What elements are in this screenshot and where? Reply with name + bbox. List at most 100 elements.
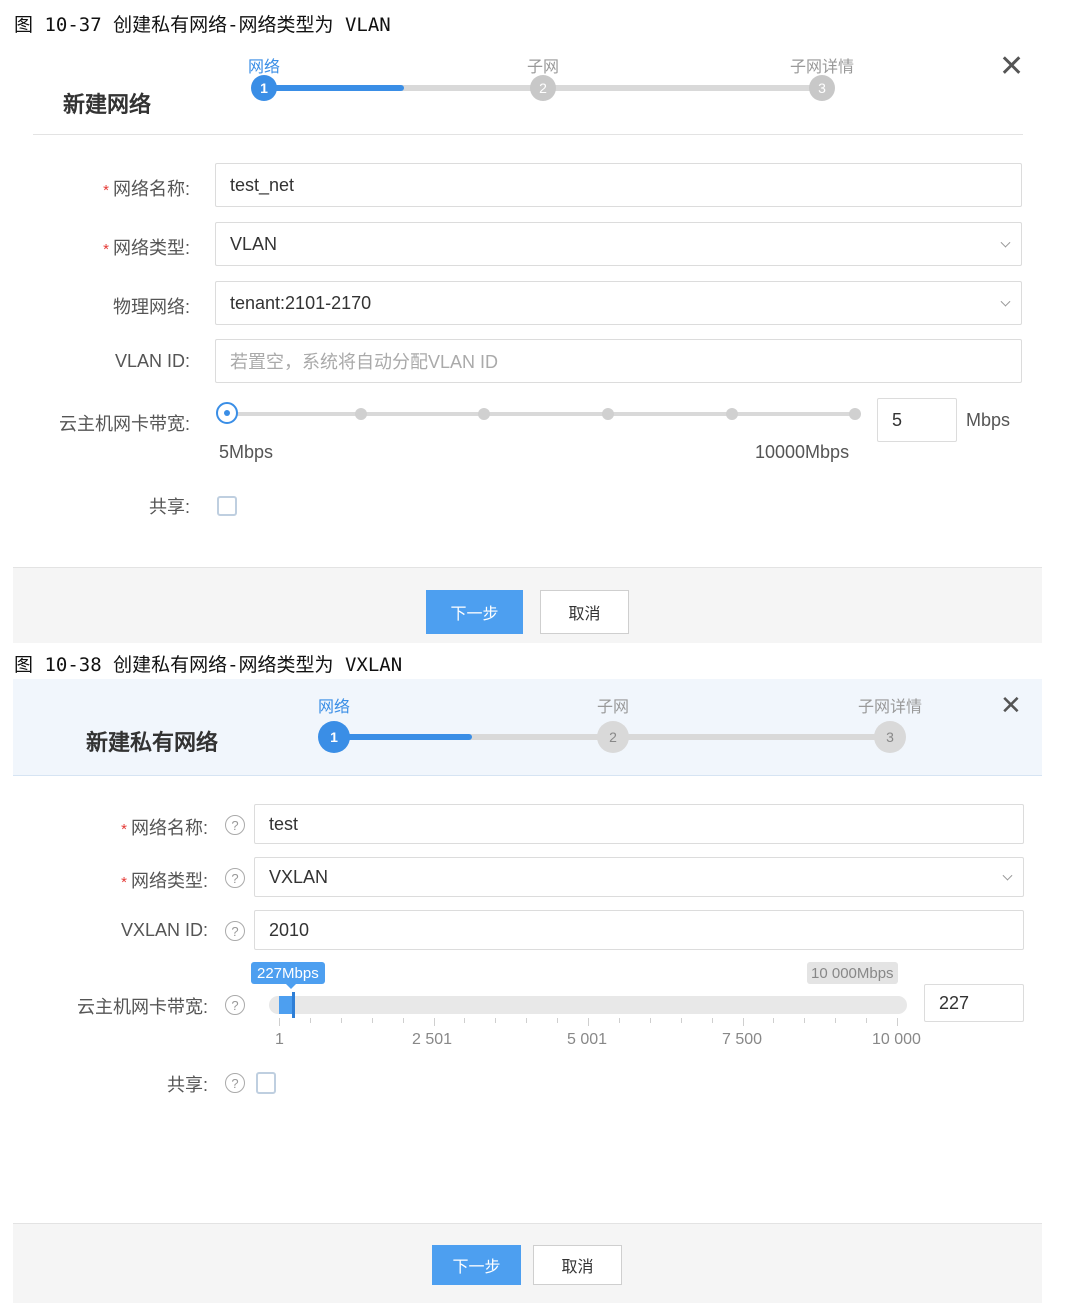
share-label: 共享:: [148, 497, 190, 517]
vlan-id-label: VLAN ID:: [114, 351, 190, 371]
slider-stop: [602, 408, 614, 420]
share-checkbox[interactable]: [256, 1072, 276, 1094]
vxlan-id-input[interactable]: 2010: [254, 910, 1024, 950]
chevron-down-icon: [1002, 870, 1013, 881]
slider-tick: [433, 1018, 435, 1026]
dialog-footer: [13, 1223, 1042, 1303]
tooltip-arrow: [286, 984, 296, 989]
slider-stop: [355, 408, 367, 420]
bandwidth-slider-track[interactable]: [229, 412, 855, 416]
bandwidth-min-label: 5Mbps: [219, 442, 274, 462]
bandwidth-max-tip: 10 000Mbps: [807, 962, 898, 984]
next-button[interactable]: 下一步: [426, 590, 523, 634]
slider-tick: [371, 1018, 373, 1023]
vlan-id-input[interactable]: 若置空，系统将自动分配VLAN ID: [215, 339, 1022, 383]
slider-tick: [588, 1018, 589, 1026]
network-name-label: * 网络名称:: [121, 818, 208, 838]
dialog-vlan: 新建网络 网络 子网 子网详情 1 2 3 ✕ * 网络名称: test_net …: [13, 40, 1042, 643]
slider-tick: [773, 1018, 775, 1023]
bandwidth-tooltip: 227Mbps: [251, 962, 325, 984]
step-label-network[interactable]: 网络: [248, 53, 280, 77]
header-divider: [33, 134, 1023, 135]
bandwidth-slider-handle[interactable]: [291, 992, 295, 1018]
slider-tick: [742, 1018, 744, 1026]
physical-network-label: 物理网络:: [112, 297, 190, 317]
slider-tick: [464, 1018, 466, 1023]
network-name-input[interactable]: test_net: [215, 163, 1022, 207]
network-type-select[interactable]: VLAN: [215, 222, 1022, 266]
slider-tick: [526, 1018, 528, 1023]
share-checkbox[interactable]: [217, 496, 237, 516]
close-icon[interactable]: ✕: [1000, 692, 1022, 718]
step-3-dot[interactable]: 3: [809, 75, 835, 101]
step-label-network[interactable]: 网络: [318, 693, 350, 717]
close-icon[interactable]: ✕: [999, 52, 1024, 82]
bandwidth-slider-track[interactable]: [269, 996, 907, 1014]
step-label-subnet[interactable]: 子网: [527, 53, 559, 77]
network-type-select[interactable]: VXLAN: [254, 857, 1024, 897]
step-label-subnet-detail[interactable]: 子网详情: [858, 693, 922, 717]
dialog-footer: [13, 567, 1042, 643]
cancel-button[interactable]: 取消: [533, 1245, 622, 1285]
bandwidth-unit: Mbps: [966, 410, 1011, 430]
dialog-title: 新建私有网络: [86, 730, 219, 755]
network-type-label: * 网络类型:: [121, 871, 208, 891]
network-name-label: * 网络名称:: [103, 179, 190, 199]
slider-tick: [309, 1018, 311, 1023]
slider-tick: [680, 1018, 682, 1023]
slider-tick: [649, 1018, 651, 1023]
tick-label: 10 000: [872, 1031, 921, 1048]
slider-tick: [340, 1018, 342, 1023]
slider-tick: [835, 1018, 837, 1023]
help-icon[interactable]: ?: [225, 868, 245, 888]
step-1-dot[interactable]: 1: [251, 75, 277, 101]
slider-tick: [495, 1018, 497, 1023]
tick-label: 5 001: [567, 1031, 608, 1048]
step-2-dot[interactable]: 2: [597, 721, 629, 753]
dialog-vxlan: 新建私有网络 网络 子网 子网详情 1 2 3 ✕ * 网络名称: ? test …: [13, 679, 1042, 1303]
chevron-down-icon: [1000, 296, 1011, 307]
slider-tick: [279, 1018, 280, 1026]
step-3-dot[interactable]: 3: [874, 721, 906, 753]
slider-tick: [557, 1018, 559, 1023]
slider-tick: [402, 1018, 404, 1023]
step-label-subnet[interactable]: 子网: [597, 693, 629, 717]
chevron-down-icon: [1000, 237, 1011, 248]
bandwidth-slider-fill: [279, 996, 293, 1014]
help-icon[interactable]: ?: [225, 995, 245, 1015]
next-button[interactable]: 下一步: [432, 1245, 521, 1285]
help-icon[interactable]: ?: [225, 815, 245, 835]
cancel-button[interactable]: 取消: [540, 590, 629, 634]
slider-tick: [866, 1018, 868, 1023]
step-2-dot[interactable]: 2: [530, 75, 556, 101]
slider-stop: [478, 408, 490, 420]
figure-caption-1: 图 10-37 创建私有网络-网络类型为 VLAN: [14, 14, 391, 36]
step-label-subnet-detail[interactable]: 子网详情: [790, 53, 854, 77]
bandwidth-slider-handle[interactable]: [216, 402, 238, 424]
tick-label: 1: [275, 1031, 284, 1048]
slider-tick: [711, 1018, 713, 1023]
network-type-label: * 网络类型:: [103, 238, 190, 258]
bandwidth-label: 云主机网卡带宽:: [76, 997, 208, 1017]
figure-caption-2: 图 10-38 创建私有网络-网络类型为 VXLAN: [14, 654, 403, 676]
tick-label: 7 500: [722, 1031, 763, 1048]
step-1-dot[interactable]: 1: [318, 721, 350, 753]
bandwidth-label: 云主机网卡带宽:: [58, 414, 190, 434]
slider-tick: [618, 1018, 620, 1023]
slider-tick: [804, 1018, 806, 1023]
slider-tick-marks: [279, 1018, 898, 1026]
help-icon[interactable]: ?: [225, 921, 245, 941]
step-progress-fill: [264, 85, 404, 91]
step-progress-fill: [334, 734, 472, 740]
bandwidth-value-input[interactable]: 227: [924, 984, 1024, 1022]
physical-network-select[interactable]: tenant:2101-2170: [215, 281, 1022, 325]
dialog-title: 新建网络: [63, 92, 152, 117]
network-name-input[interactable]: test: [254, 804, 1024, 844]
bandwidth-value-input[interactable]: 5: [877, 398, 957, 442]
slider-stop: [849, 408, 861, 420]
help-icon[interactable]: ?: [225, 1073, 245, 1093]
bandwidth-max-label: 10000Mbps: [755, 442, 850, 462]
vxlan-id-label: VXLAN ID:: [120, 920, 208, 940]
slider-stop: [726, 408, 738, 420]
tick-label: 2 501: [412, 1031, 453, 1048]
